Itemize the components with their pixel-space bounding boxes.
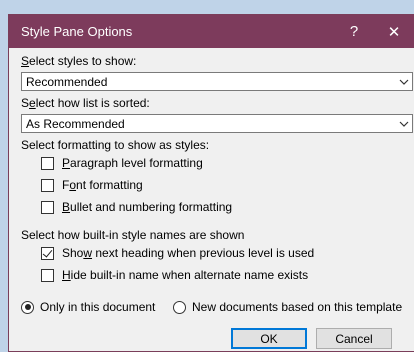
close-button[interactable]: ✕ xyxy=(374,15,414,48)
checkbox-checked-icon xyxy=(41,246,54,260)
radio-selected-icon xyxy=(21,300,34,314)
help-button[interactable]: ? xyxy=(334,15,374,48)
paragraph-formatting-checkbox[interactable]: Paragraph level formatting xyxy=(41,156,203,170)
sort-value: As Recommended xyxy=(26,116,125,131)
formatting-label: Select formatting to show as styles: xyxy=(21,138,210,152)
radio-icon xyxy=(173,300,186,314)
hide-builtin-name-checkbox[interactable]: Hide built-in name when alternate name e… xyxy=(41,268,308,282)
sort-label: Select how list is sorted: xyxy=(21,96,150,110)
show-next-heading-label: Show next heading when previous level is… xyxy=(62,246,315,260)
show-next-heading-checkbox[interactable]: Show next heading when previous level is… xyxy=(41,246,314,260)
checkbox-icon xyxy=(41,200,54,214)
style-pane-options-dialog: Style Pane Options ? ✕ Select styles to … xyxy=(8,14,414,352)
only-this-document-label: Only in this document xyxy=(40,300,156,314)
font-formatting-checkbox[interactable]: Font formatting xyxy=(41,178,143,192)
ok-button[interactable]: OK xyxy=(231,328,307,349)
sort-select[interactable]: As Recommended xyxy=(21,114,413,133)
bullet-formatting-label: Bullet and numbering formatting xyxy=(62,200,233,214)
only-this-document-radio[interactable]: Only in this document xyxy=(21,300,155,314)
checkbox-icon xyxy=(41,268,54,282)
builtin-label: Select how built-in style names are show… xyxy=(21,228,245,242)
checkbox-icon xyxy=(41,156,54,170)
new-documents-label: New documents based on this template xyxy=(192,300,403,314)
chevron-down-icon xyxy=(394,115,412,132)
chevron-down-icon xyxy=(394,73,412,90)
title-bar: Style Pane Options ? ✕ xyxy=(9,15,414,48)
styles-to-show-select[interactable]: Recommended xyxy=(21,72,413,91)
cancel-button[interactable]: Cancel xyxy=(316,328,392,349)
new-documents-radio[interactable]: New documents based on this template xyxy=(173,300,402,314)
checkbox-icon xyxy=(41,178,54,192)
paragraph-formatting-label: Paragraph level formatting xyxy=(62,156,203,170)
dialog-title: Style Pane Options xyxy=(21,24,133,39)
hide-builtin-name-label: Hide built-in name when alternate name e… xyxy=(62,268,309,282)
styles-to-show-label: Select styles to show: xyxy=(21,54,137,68)
scope-radio-group: Only in this document New documents base… xyxy=(21,300,414,316)
styles-to-show-value: Recommended xyxy=(26,74,108,89)
bullet-formatting-checkbox[interactable]: Bullet and numbering formatting xyxy=(41,200,232,214)
font-formatting-label: Font formatting xyxy=(62,178,143,192)
